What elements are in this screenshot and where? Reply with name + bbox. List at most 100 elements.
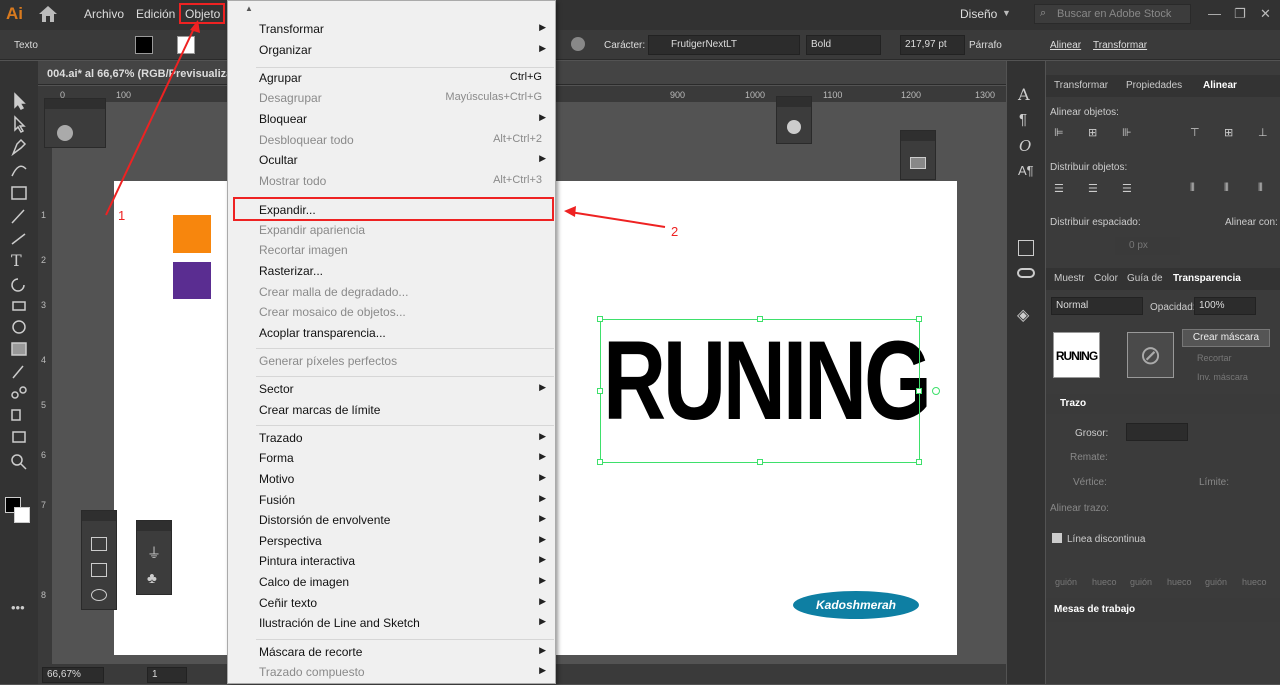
home-icon[interactable] [38,5,58,23]
transformar-link[interactable]: Transformar [1093,40,1147,51]
stock-search-input[interactable]: Buscar en Adobe Stock [1034,4,1191,24]
eraser-tool-icon[interactable] [9,297,29,315]
blend-tool-icon[interactable] [9,384,29,402]
menu-item-motivo[interactable]: Motivo ▶ [259,472,546,492]
tab-muestras[interactable]: Muestr [1054,273,1085,284]
club-symbol-icon[interactable]: ♣ [147,570,157,587]
direct-selection-icon[interactable] [9,115,29,133]
menu-item-ceñir-texto[interactable]: Ceñir texto ▶ [259,596,546,616]
menu-item-expandir-apariencia[interactable]: Expandir apariencia [259,223,539,243]
curvature-tool-icon[interactable] [9,161,29,179]
shaper-tool-icon[interactable] [9,230,29,248]
more-tools-icon[interactable]: ••• [11,600,25,615]
artboard-tool-icon[interactable] [9,428,29,446]
align-bottom-icon[interactable]: ⊥ [1258,126,1268,139]
tab-alinear[interactable]: Alinear [1203,80,1237,91]
menu-item-ocultar[interactable]: Ocultar ▶ [259,153,546,173]
invertir-checkbox[interactable]: Inv. máscara [1197,372,1248,382]
purple-square[interactable] [173,262,211,299]
tab-color[interactable]: Color [1094,273,1118,284]
menu-item-desagrupar[interactable]: Desagrupar Mayúsculas+Ctrl+G [259,91,542,111]
stroke-weight-field[interactable] [1126,423,1188,441]
distribute-bottom-icon[interactable]: ☰ [1122,182,1132,195]
paintbrush-icon[interactable] [9,207,29,225]
eyedropper-icon[interactable] [9,362,29,380]
menu-edicion[interactable]: Edición [136,7,175,21]
distribute-left-icon[interactable]: ⦀ [1190,182,1195,195]
creative-cloud-icon[interactable] [91,589,107,601]
workspace-switcher[interactable]: Diseño [960,7,997,21]
alinear-link[interactable]: Alinear [1050,40,1081,51]
align-vcenter-icon[interactable]: ⊞ [1224,126,1233,139]
layers-panel-icon[interactable]: ◈ [1017,305,1029,325]
crear-mascara-button[interactable]: Crear máscara [1182,329,1270,347]
menu-item-máscara-de-recorte[interactable]: Máscara de recorte ▶ [259,645,546,665]
font-style-select[interactable]: Bold [806,35,881,55]
menu-item-recortar-imagen[interactable]: Recortar imagen [259,243,539,263]
menu-item-generar-píxeles-perfectos[interactable]: Generar píxeles perfectos [259,354,539,374]
menu-archivo[interactable]: Archivo [84,7,124,21]
orange-square[interactable] [173,215,211,253]
align-left-icon[interactable]: ⊫ [1054,126,1064,139]
menu-item-crear-malla-de-degradado[interactable]: Crear malla de degradado... [259,285,539,305]
menu-item-fusión[interactable]: Fusión ▶ [259,493,546,513]
dashed-line-checkbox[interactable] [1052,533,1062,543]
selection-handle[interactable] [597,388,603,394]
menu-item-sector[interactable]: Sector ▶ [259,382,546,402]
globe-icon[interactable] [571,37,585,51]
menu-item-crear-marcas-de-límite[interactable]: Crear marcas de límite [259,403,539,423]
scroll-up-icon[interactable]: ▲ [245,4,253,13]
blend-mode-select[interactable]: Normal [1051,297,1143,315]
caracter-label[interactable]: Carácter: [604,40,645,51]
menu-item-rasterizar[interactable]: Rasterizar... [259,264,539,284]
artboard-number[interactable]: 1 [147,667,187,683]
gradient-tool-icon[interactable] [9,340,29,358]
distribute-top-icon[interactable]: ☰ [1054,182,1064,195]
layers-icon[interactable] [91,537,107,551]
usb-icon[interactable]: ⏚ [147,543,161,563]
type-tool-icon[interactable]: T [11,251,22,270]
menu-item-trazado-compuesto[interactable]: Trazado compuesto ▶ [259,665,546,685]
no-mask-icon[interactable]: ⊘ [1127,332,1174,378]
character-panel-icon[interactable]: A [1018,85,1030,104]
menu-item-calco-de-imagen[interactable]: Calco de imagen ▶ [259,575,546,595]
zoom-select[interactable]: 66,67% [42,667,104,683]
selection-tool-icon[interactable] [9,92,29,110]
mesas-title[interactable]: Mesas de trabajo [1054,604,1135,615]
menu-item-ilustración-de-line-and-sketch[interactable]: Ilustración de Line and Sketch ▶ [259,616,546,636]
export-icon[interactable] [1018,240,1034,256]
menu-item-crear-mosaico-de-objetos[interactable]: Crear mosaico de objetos... [259,305,539,325]
menu-item-acoplar-transparencia[interactable]: Acoplar transparencia... [259,326,539,346]
distribute-right-icon[interactable]: ⦀ [1258,182,1263,195]
trazo-title[interactable]: Trazo [1060,398,1086,409]
recortar-checkbox[interactable]: Recortar [1197,353,1232,363]
menu-item-forma[interactable]: Forma ▶ [259,451,546,471]
opacity-thumbnail[interactable]: RUNING [1053,332,1100,378]
menu-item-transformar[interactable]: Transformar ▶ [259,22,546,42]
align-top-icon[interactable]: ⊤ [1190,126,1200,139]
stroke-swatch[interactable] [177,36,195,54]
restore-icon[interactable]: ❐ [1234,6,1246,22]
selection-handle[interactable] [916,388,922,394]
distribute-vcenter-icon[interactable]: ☰ [1088,182,1098,195]
opacity-field[interactable]: 100% [1194,297,1256,315]
spacing-field[interactable]: 0 px [1115,237,1180,255]
zoom-tool-icon[interactable] [9,452,29,470]
paragraph-panel-icon[interactable]: ¶ [1019,111,1027,128]
opentype-panel-icon[interactable]: O [1019,137,1031,155]
rotate-tool-icon[interactable] [9,276,29,294]
menu-item-pintura-interactiva[interactable]: Pintura interactiva ▶ [259,554,546,574]
stroke-color-swatch[interactable] [14,507,30,523]
close-window-icon[interactable]: ✕ [1260,6,1271,22]
character-styles-icon[interactable]: A¶ [1018,163,1034,178]
align-right-icon[interactable]: ⊪ [1122,126,1132,139]
menu-item-organizar[interactable]: Organizar ▶ [259,43,546,63]
tab-propiedades[interactable]: Propiedades [1126,80,1182,91]
tab-transformar[interactable]: Transformar [1054,80,1108,91]
selection-handle[interactable] [916,459,922,465]
menu-item-perspectiva[interactable]: Perspectiva ▶ [259,534,546,554]
gradient-panel-icon[interactable] [910,157,926,169]
rectangle-tool-icon[interactable] [9,184,29,202]
minimize-icon[interactable]: — [1208,6,1221,21]
pen-tool-icon[interactable] [9,138,29,156]
